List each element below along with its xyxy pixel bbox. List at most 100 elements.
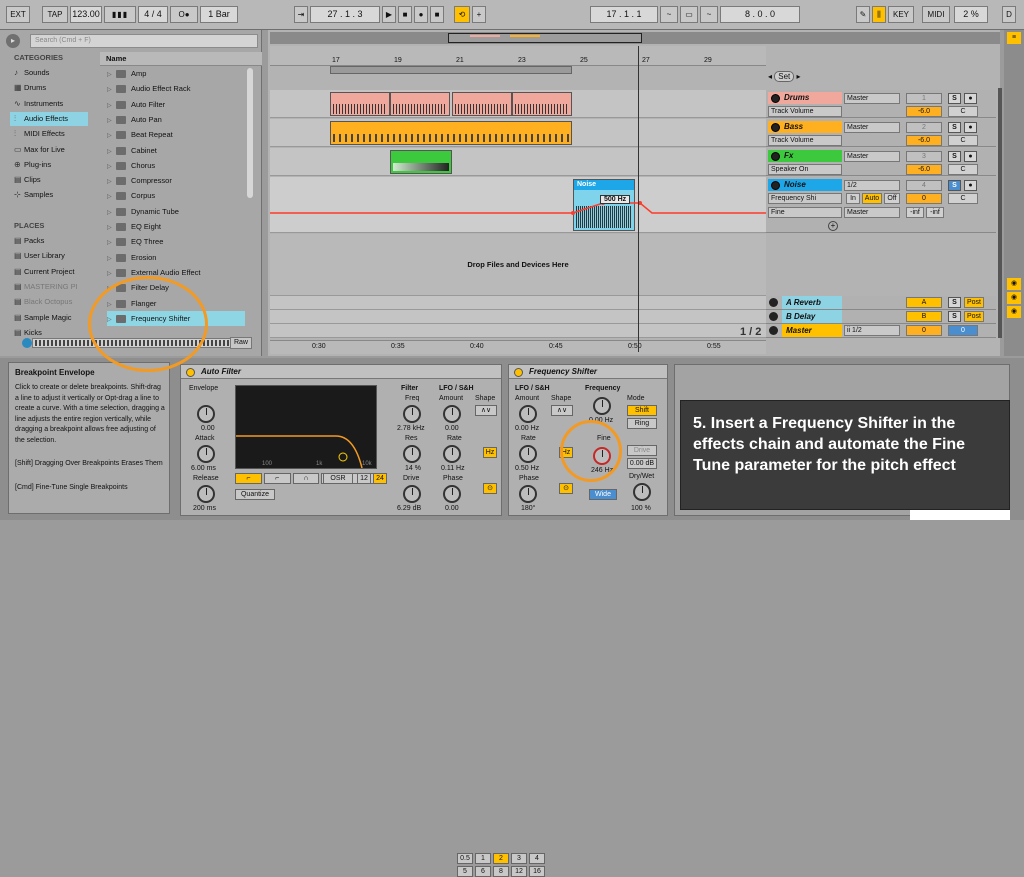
device-power-icon[interactable] <box>514 368 523 377</box>
browser-item[interactable]: ▷ Cabinet <box>107 143 245 158</box>
auto-filter-title[interactable]: Auto Filter <box>181 365 501 379</box>
ext-button[interactable]: EXT <box>6 6 30 23</box>
fs-wide-button[interactable]: Wide <box>589 489 617 500</box>
volume-field[interactable]: 0 <box>906 193 942 204</box>
browser-item[interactable]: ▷ Corpus <box>107 188 245 203</box>
tempo-field[interactable]: 123.00 <box>70 6 102 23</box>
loop-switch-icon[interactable]: ▭ <box>680 6 698 23</box>
fs-drywet-knob[interactable] <box>633 483 651 501</box>
return-track-1[interactable]: B Delay B S Post <box>766 310 996 324</box>
return-a-lane[interactable] <box>270 296 766 310</box>
menu-icon[interactable]: ≡ <box>1007 32 1021 44</box>
device-power-icon[interactable] <box>186 368 195 377</box>
arm-button[interactable]: ● <box>964 151 977 162</box>
fs-coarse-knob[interactable] <box>593 397 611 415</box>
browser-item[interactable]: ▷ EQ Three <box>107 234 245 249</box>
tap-button[interactable]: TAP <box>42 6 68 23</box>
post-button[interactable]: Post <box>964 297 984 308</box>
browser-item[interactable]: ▷ Compressor <box>107 173 245 188</box>
solo-button[interactable]: S <box>948 311 961 322</box>
output-routing[interactable]: Master <box>844 93 900 104</box>
loop-brace[interactable] <box>330 66 572 74</box>
metronome-button[interactable]: O● <box>170 6 198 23</box>
solo-button[interactable]: S <box>948 297 961 308</box>
io-toggle-icon[interactable]: ◉ <box>1007 278 1021 290</box>
quantize-value[interactable]: 0.5 <box>457 853 473 864</box>
monitor-off-button[interactable]: Off <box>884 193 900 204</box>
punch-in-icon[interactable]: ~ <box>660 6 678 23</box>
mixer-toggle-icon[interactable]: ◉ <box>1007 306 1021 318</box>
return-letter[interactable]: B <box>906 311 942 322</box>
osr-menu[interactable]: OSR <box>323 473 353 484</box>
track-header-noise[interactable]: Noise Frequency Shi 1/2 4 S ● 0 C Fine In Auto Off M… <box>766 177 996 233</box>
drums-clip[interactable] <box>330 92 390 116</box>
post-button[interactable]: Post <box>964 311 984 322</box>
browser-item[interactable]: ▷ Auto Filter <box>107 97 245 112</box>
record-icon[interactable]: ● <box>414 6 428 23</box>
browser-item[interactable]: ▷ EQ Eight <box>107 219 245 234</box>
browser-item[interactable]: ▷ Beat Repeat <box>107 127 245 142</box>
stop-icon[interactable]: ■ <box>398 6 412 23</box>
preview-play-icon[interactable] <box>22 338 32 348</box>
name-column-header[interactable]: Name <box>100 52 262 66</box>
quantize-value[interactable]: 6 <box>475 866 491 877</box>
master-pan[interactable]: 0 <box>948 325 978 336</box>
fold-icon[interactable] <box>769 326 778 335</box>
fold-icon[interactable] <box>771 152 780 161</box>
browser-item[interactable]: ▷ Dynamic Tube <box>107 204 245 219</box>
drive-knob[interactable] <box>403 485 421 503</box>
fold-icon[interactable] <box>769 298 778 307</box>
overview-strip[interactable] <box>270 32 1000 44</box>
quantize-value[interactable]: 5 <box>457 866 473 877</box>
return-name[interactable]: A Reverb <box>782 296 842 309</box>
output-routing[interactable]: Master <box>844 122 900 133</box>
arm-button[interactable]: ● <box>964 180 977 191</box>
browser-item[interactable]: ▷ Erosion <box>107 250 245 265</box>
fs-shift-button[interactable]: Shift <box>627 405 657 416</box>
follow-icon[interactable]: ⇥ <box>294 6 308 23</box>
fs-ring-button[interactable]: Ring <box>627 418 657 429</box>
track-header-drums[interactable]: Drums Track Volume Master 1 S ● -6.0 C <box>766 90 996 118</box>
key-map-button[interactable]: KEY <box>888 6 914 23</box>
quantize-button[interactable]: Quantize <box>235 489 275 500</box>
track-header-bass[interactable]: Bass Track Volume Master 2 S ● -6.0 C <box>766 119 996 147</box>
fs-drive-value[interactable]: 0.00 dB <box>627 458 657 469</box>
lfo-hz-button[interactable]: Hz <box>483 447 497 458</box>
attack-knob[interactable] <box>197 445 215 463</box>
bandpass-button[interactable]: ∩ <box>292 473 320 484</box>
track-number[interactable]: 3 <box>906 151 942 162</box>
envelope-knob[interactable] <box>197 405 215 423</box>
quantize-value[interactable]: 12 <box>511 866 527 877</box>
volume-field[interactable]: -6.0 <box>906 164 942 175</box>
monitor-in-button[interactable]: In <box>846 193 860 204</box>
filter-graph[interactable]: 100 1k 10k <box>235 385 377 469</box>
highpass-button[interactable]: ⌐ <box>263 473 291 484</box>
browser-toggle-icon[interactable]: ▸ <box>6 34 20 48</box>
return-track-0[interactable]: A Reverb A S Post <box>766 296 996 310</box>
lfo-phase-knob[interactable] <box>443 485 461 503</box>
raw-toggle[interactable]: Raw <box>230 337 252 349</box>
set-button[interactable]: Set <box>774 71 795 82</box>
output-routing[interactable]: Master <box>844 151 900 162</box>
sends-toggle-icon[interactable]: ◉ <box>1007 292 1021 304</box>
fx-lane[interactable] <box>270 148 766 176</box>
time-ruler[interactable] <box>270 340 766 354</box>
search-input[interactable]: Search (Cmd + F) <box>30 34 258 48</box>
drop-area[interactable]: Drop Files and Devices Here <box>270 234 766 296</box>
browser-scrollbar[interactable] <box>247 68 253 198</box>
song-position[interactable]: 27 . 1 . 3 <box>310 6 380 23</box>
fs-shape-menu[interactable]: ∧∨ <box>551 405 573 416</box>
track-name[interactable]: Bass <box>768 121 842 133</box>
slope-12-button[interactable]: 12 <box>357 473 371 484</box>
quantize-value[interactable]: 3 <box>511 853 527 864</box>
fold-icon[interactable] <box>769 312 778 321</box>
play-icon[interactable]: ▶ <box>382 6 396 23</box>
loop-icon[interactable]: ⟲ <box>454 6 470 23</box>
volume-field[interactable]: -6.0 <box>906 106 942 117</box>
slope-24-button[interactable]: 24 <box>373 473 387 484</box>
fs-rate-knob[interactable] <box>519 445 537 463</box>
category-max-for-live[interactable]: ▭ Max for Live <box>14 143 65 157</box>
track-name[interactable]: Drums <box>768 92 842 104</box>
return-name[interactable]: Master <box>782 324 842 337</box>
browser-item[interactable]: ▷ Auto Pan <box>107 112 245 127</box>
